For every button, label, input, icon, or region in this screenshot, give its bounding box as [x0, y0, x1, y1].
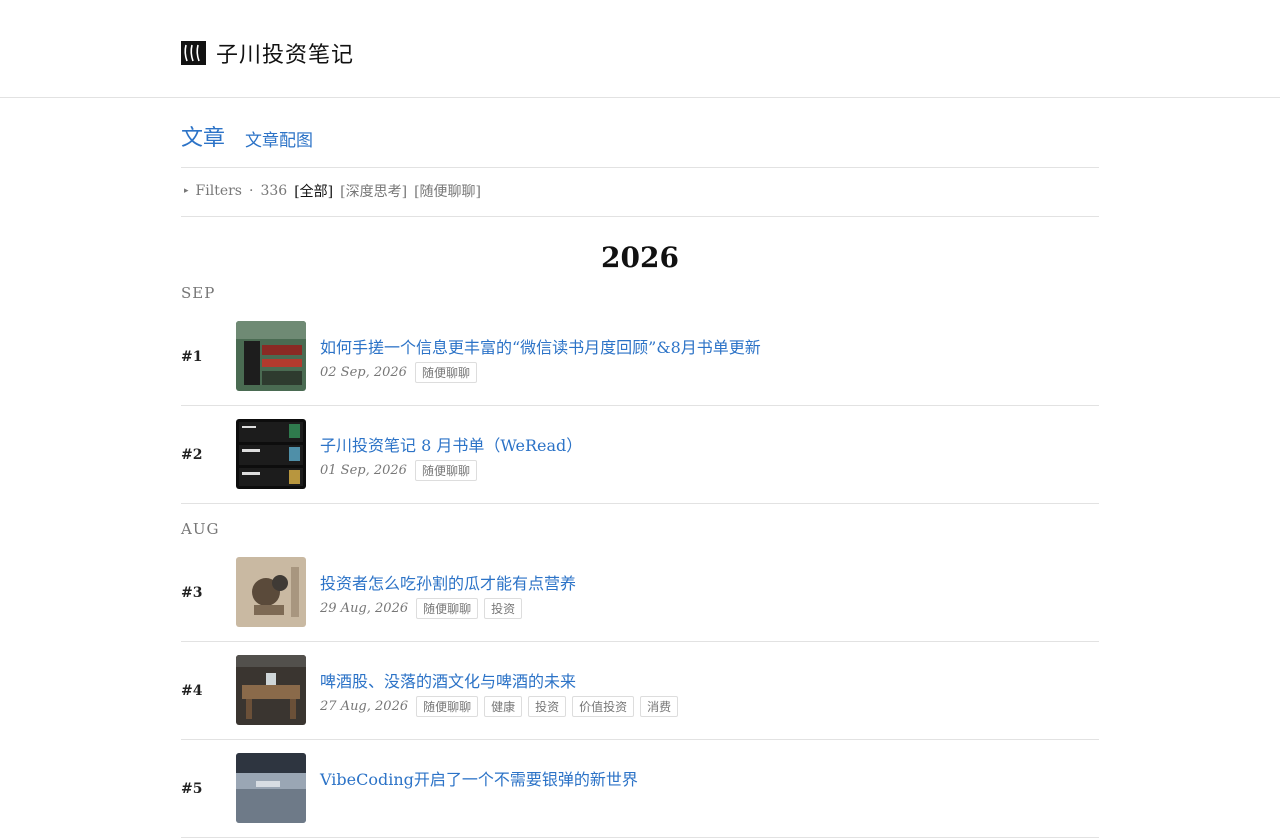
post-number: #2 [181, 446, 203, 463]
post-tag[interactable]: 随便聊聊 [416, 696, 479, 717]
post-tag[interactable]: 价值投资 [572, 696, 635, 717]
filters-label[interactable]: Filters [196, 183, 242, 199]
post-item: #4 啤酒股、没落的酒文化与啤酒的未来 27 Aug, 2026 随便聊聊 健康… [181, 642, 1099, 740]
filter-chip-deep-thinking[interactable]: [深度思考] [340, 181, 407, 201]
main-content: 文章 文章配图 ▸ Filters · 336 [全部] [深度思考] [随便聊… [181, 98, 1099, 838]
post-item: #2 子川投资笔记 8 月书单（WeRead） 01 Sep, 2026 随便聊… [181, 406, 1099, 504]
post-thumbnail[interactable] [236, 419, 306, 489]
post-thumbnail[interactable] [236, 557, 306, 627]
post-item: #3 投资者怎么吃孙割的瓜才能有点营养 29 Aug, 2026 随便聊聊 投资 [181, 544, 1099, 642]
tab-article-images[interactable]: 文章配图 [245, 126, 313, 151]
post-date: 01 Sep, 2026 [320, 463, 407, 478]
post-tag[interactable]: 投资 [528, 696, 567, 717]
year-heading: 2026 [601, 241, 679, 274]
site-header: 子川投资笔记 [0, 0, 1280, 98]
post-tag[interactable]: 随便聊聊 [414, 460, 477, 481]
site-title[interactable]: 子川投资笔记 [216, 37, 354, 69]
post-meta: 01 Sep, 2026 随便聊聊 [320, 460, 477, 481]
post-title[interactable]: 如何手搓一个信息更丰富的“微信读书月度回顾”&8月书单更新 [320, 334, 761, 358]
post-tag[interactable]: 随便聊聊 [416, 598, 479, 619]
post-item: #1 如何手搓一个信息更丰富的“微信读书月度回顾”&8月书单更新 02 Sep,… [181, 308, 1099, 406]
post-thumbnail[interactable] [236, 753, 306, 823]
tab-articles[interactable]: 文章 [181, 120, 225, 152]
post-number: #4 [181, 682, 203, 699]
post-tag[interactable]: 随便聊聊 [414, 362, 477, 383]
post-date: 27 Aug, 2026 [320, 699, 409, 714]
post-title[interactable]: VibeCoding开启了一个不需要银弹的新世界 [320, 766, 638, 790]
filters-separator: · [249, 183, 254, 199]
month-heading: SEP [181, 284, 216, 302]
post-date: 29 Aug, 2026 [320, 601, 409, 616]
tab-bar: 文章 文章配图 [181, 98, 1099, 168]
post-thumbnail[interactable] [236, 321, 306, 391]
site-logo-icon [181, 41, 206, 65]
post-tag[interactable]: 健康 [484, 696, 523, 717]
post-tag[interactable]: 投资 [484, 598, 523, 619]
post-item: #5 VibeCoding开启了一个不需要银弹的新世界 [181, 740, 1099, 838]
post-thumbnail[interactable] [236, 655, 306, 725]
post-number: #5 [181, 780, 203, 797]
post-title[interactable]: 啤酒股、没落的酒文化与啤酒的未来 [320, 668, 576, 692]
filters-bar: ▸ Filters · 336 [全部] [深度思考] [随便聊聊] [181, 168, 1099, 217]
disclosure-triangle-icon[interactable]: ▸ [184, 186, 189, 196]
post-count: 336 [260, 183, 288, 199]
filter-chip-all[interactable]: [全部] [294, 181, 333, 201]
post-number: #3 [181, 584, 203, 601]
post-date: 02 Sep, 2026 [320, 365, 407, 380]
post-title[interactable]: 投资者怎么吃孙割的瓜才能有点营养 [320, 570, 576, 594]
brand[interactable]: 子川投资笔记 [181, 37, 354, 69]
post-meta: 29 Aug, 2026 随便聊聊 投资 [320, 598, 523, 619]
post-meta: 27 Aug, 2026 随便聊聊 健康 投资 价值投资 消费 [320, 696, 679, 717]
month-heading: AUG [181, 520, 220, 538]
filter-chip-casual-chat[interactable]: [随便聊聊] [414, 181, 481, 201]
post-title[interactable]: 子川投资笔记 8 月书单（WeRead） [320, 432, 582, 456]
post-number: #1 [181, 348, 203, 365]
post-meta: 02 Sep, 2026 随便聊聊 [320, 362, 477, 383]
post-tag[interactable]: 消费 [640, 696, 679, 717]
